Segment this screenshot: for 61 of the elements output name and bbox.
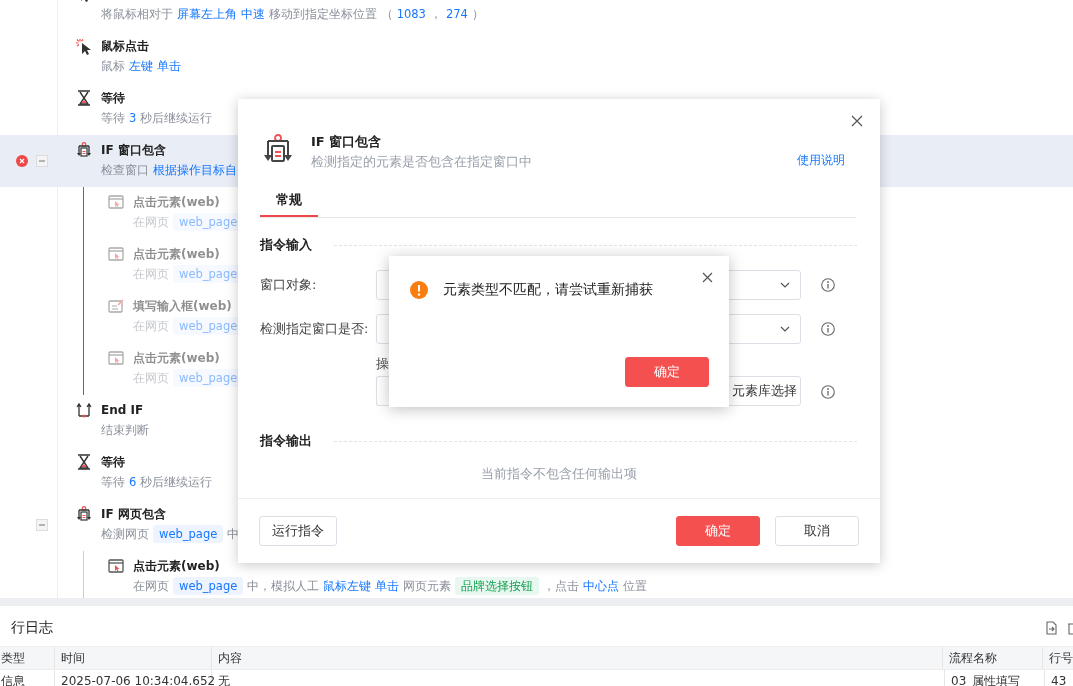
close-icon [702,272,713,283]
cursor-click-icon [76,38,92,56]
window-check-icon [76,506,92,524]
splitter-bar[interactable] [0,598,1073,606]
section-title: 指令输入 [260,236,313,254]
step-title: End IF [101,402,145,419]
step-description: 鼠标 左键 单击 [101,58,182,75]
step-title: 等待 [101,90,126,107]
step-title: 鼠标点击 [101,38,150,55]
warning-icon [410,281,428,299]
step-title: IF 网页包含 [101,506,167,523]
browser-click-icon [108,194,124,212]
table-cell: 2025-07-06 10:34:04.652 [55,670,212,686]
step-description: 在网页 web_page 中，模拟人工 鼠标左键 单击 网页元素 品牌选择按钮 ，点击 中心点 位置 [133,576,649,597]
column-header: 时间 [54,647,212,669]
export-icon [1044,621,1058,635]
info-icon [821,322,835,336]
info-icon [821,385,835,399]
browser-click-icon [108,246,124,264]
step-title: IF 窗口包含 [101,142,167,159]
field-label: 检测指定窗口是否: [260,320,370,338]
dialog-title: IF 窗口包含 [311,133,383,151]
column-header: 流程名称 [943,647,1043,669]
step-description: 检查窗口 根据操作目标自 [101,162,238,179]
field-label: 窗口对象: [260,276,318,294]
step-title: 点击元素(web) [133,194,221,211]
step-description: 等待 3 秒后继续运行 [101,110,214,127]
info-icon [821,278,835,292]
step-description: 结束判断 [101,422,150,439]
alert-message: 元素类型不匹配，请尝试重新捕获 [443,281,653,299]
hourglass-icon [76,90,92,108]
column-header: 内容 [211,647,944,669]
step-description: 将鼠标相对于 屏幕左上角 中速 移动到指定坐标位置 （ 1083 ， 274 ） [101,6,485,23]
field-label: 操 [376,356,389,371]
section-title: 指令输出 [260,432,313,450]
step-title: 等待 [101,454,126,471]
table-cell-text: 43 [1050,673,1068,686]
window-check-icon [76,142,92,160]
chevron-down-icon [780,326,790,332]
dialog-subtitle: 检测指定的元素是否包含在指定窗口中 [311,153,533,171]
column-header: 行号 [1048,649,1073,667]
step-title: 点击元素(web) [133,350,221,367]
panel-title: 行日志 [11,619,53,637]
step-title: 填写输入框(web) [133,298,233,315]
hourglass-icon [76,454,92,472]
table-cell: 信息 [0,670,55,686]
browser-click-icon [108,350,124,368]
step-title: 点击元素(web) [133,558,221,575]
cancel-button[interactable]: 取消 [775,516,859,546]
edit-form-icon [108,298,124,316]
empty-message: 当前指令不包含任何输出项 [479,466,638,483]
end-branch-icon [76,402,92,420]
close-icon [851,115,863,127]
step-title: 点击元素(web) [133,246,221,263]
help-link[interactable]: 使用说明 [797,152,845,169]
step-description: 等待 6 秒后继续运行 [101,474,214,491]
run-button[interactable]: 运行指令 [259,516,337,546]
chevron-down-icon [780,282,790,288]
column-header: 类型 [0,647,55,669]
tab[interactable]: 常规 [260,187,318,217]
browser-click-icon [108,558,124,576]
